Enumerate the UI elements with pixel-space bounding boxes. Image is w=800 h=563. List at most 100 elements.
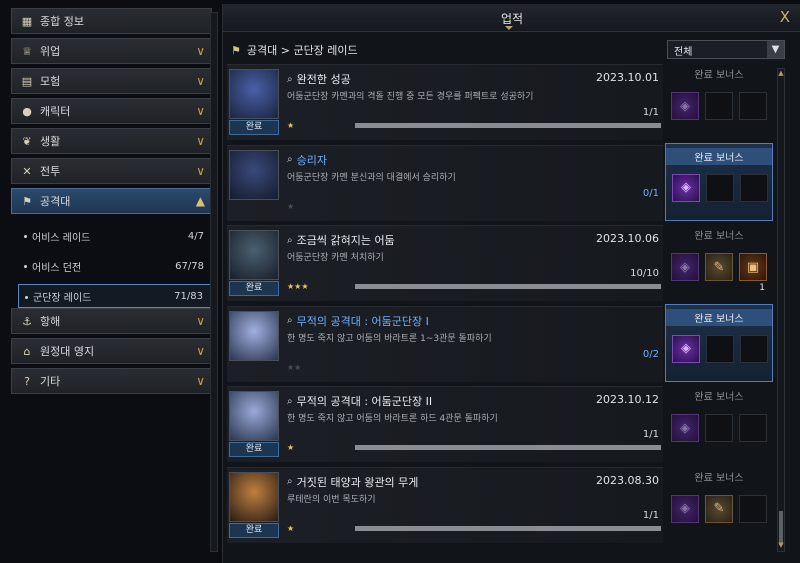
star-icon: ★ <box>287 201 295 211</box>
achievement-row[interactable]: 완료 ⌕ 조금씩 갉혀지는 어둠 어둠군단장 카멘 처치하기 2023.10.06 10/… <box>227 225 663 301</box>
achievement-thumbnail <box>229 391 279 441</box>
reward-scroll-icon[interactable]: ✎ <box>705 494 733 523</box>
swords-icon: ✕ <box>22 164 32 178</box>
close-button[interactable]: X <box>780 8 790 26</box>
subitem-count: 4/7 <box>187 230 204 242</box>
estate-icon: ⌂ <box>23 344 31 358</box>
scroll-down-icon[interactable]: ▼ <box>778 541 784 551</box>
sidebar-item-8[interactable]: ⌂ 원정대 영지 ∨ <box>11 338 212 364</box>
sidebar-item-2[interactable]: ▤ 모험 ∨ <box>11 68 212 94</box>
completed-badge: 완료 <box>229 281 279 296</box>
achievement-progress: 0/2 <box>642 348 659 360</box>
scroll-thumb[interactable] <box>779 511 783 545</box>
achievement-thumbnail <box>229 471 279 522</box>
sidebar-subitem-1[interactable]: 어비스 던전 67/78 <box>18 254 212 278</box>
achievement-progress: 10/10 <box>630 268 659 279</box>
bonus-title: 완료 보너스 <box>694 70 744 81</box>
empty-reward-slot <box>739 414 767 442</box>
sidebar-item-0[interactable]: ▦ 종합 정보 <box>11 8 212 34</box>
search-icon[interactable]: ⌕ <box>287 476 293 487</box>
subitem-count: 67/78 <box>175 260 204 272</box>
completion-bonus: 완료 보너스 ◈ <box>665 142 773 221</box>
sidebar-subitem-2[interactable]: 군단장 레이드 71/83 <box>18 284 212 308</box>
sidebar-scrollbar[interactable] <box>210 12 218 552</box>
reward-card-icon[interactable]: ▣ 1 <box>739 253 767 293</box>
gem-icon: ◈ <box>680 98 690 114</box>
sidebar-item-4[interactable]: ❦ 생활 ∨ <box>11 128 212 154</box>
achievement-description: 어둠군단장 카멘 처치하기 <box>287 253 384 263</box>
subitem-label: 어비스 레이드 <box>32 232 91 244</box>
star-icon: ★ <box>287 121 295 130</box>
achievement-progress: 0/1 <box>642 187 659 199</box>
chevron-down-icon: ∨ <box>196 104 205 118</box>
search-icon[interactable]: ⌕ <box>287 315 293 326</box>
achievement-row[interactable]: 완료 ⌕ 완전한 성공 어둠군단장 카멘과의 격돌 진행 중 모든 경우를 퍼펙트로 … <box>227 64 663 140</box>
achievement-thumbnail <box>229 310 279 361</box>
star-rating: ★ <box>287 121 294 130</box>
sidebar-item-3[interactable]: ● 캐릭터 ∨ <box>11 98 212 124</box>
sidebar-item-1[interactable]: ♕ 위업 ∨ <box>11 38 212 64</box>
achievement-description: 한 명도 죽지 않고 어둠의 바라트론 하드 4관문 돌파하기 <box>287 414 498 424</box>
achievement-row[interactable]: 완료 ⌕ 거짓된 태양과 왕관의 무게 루테란의 이번 목도하기 2023.08.30 1… <box>227 466 663 543</box>
subitem-count: 71/83 <box>174 290 203 302</box>
sidebar-item-label: 생활 <box>40 135 61 148</box>
achievement-name-text: 거짓된 태양과 왕관의 무게 <box>296 475 419 489</box>
reward-gem-icon[interactable]: ◈ <box>672 334 700 363</box>
sidebar-item-9[interactable]: ? 기타 ∨ <box>11 368 212 394</box>
chevron-down-icon: ∨ <box>196 74 205 88</box>
sidebar-item-label: 모험 <box>40 75 61 88</box>
achievement-date: 2023.10.01 <box>596 71 659 84</box>
achievement-progress: 1/1 <box>642 509 659 521</box>
reward-gem-icon[interactable]: ◈ <box>671 253 699 281</box>
sidebar-item-5[interactable]: ✕ 전투 ∨ <box>11 158 212 184</box>
achievement-name-text: 무적의 공격대 : 어둠군단장 II <box>296 395 433 408</box>
person-icon: ● <box>22 104 32 118</box>
progress-bar <box>355 525 661 531</box>
achievement-thumbnail <box>229 69 279 119</box>
reward-gem-icon[interactable]: ◈ <box>671 414 699 442</box>
search-icon[interactable]: ⌕ <box>287 235 293 246</box>
bonus-title: 완료 보너스 <box>694 472 744 484</box>
chevron-down-icon: ∨ <box>196 134 205 148</box>
grid-icon: ▦ <box>21 14 33 28</box>
empty-reward-slot <box>705 92 733 120</box>
achievement-name-text: 완전한 성공 <box>296 73 351 86</box>
progress-bar <box>355 445 661 450</box>
search-icon[interactable]: ⌕ <box>287 396 293 407</box>
achievement-art <box>230 231 278 279</box>
trophy-icon: ♕ <box>22 44 32 58</box>
scroll-up-icon[interactable]: ▲ <box>778 69 784 79</box>
achievement-progress: 1/1 <box>642 107 659 118</box>
sidebar-item-7[interactable]: ⚓ 항해 ∨ <box>11 308 212 334</box>
search-icon[interactable]: ⌕ <box>287 74 293 85</box>
progress-fill <box>355 123 661 128</box>
achievement-art <box>230 311 278 360</box>
completion-bonus: 완료 보너스 ◈ ✎ ▣ 1 <box>665 223 773 301</box>
reward-gem-icon[interactable]: ◈ <box>671 494 699 523</box>
reward-gem-icon[interactable]: ◈ <box>672 173 700 202</box>
achievement-thumbnail <box>229 230 279 280</box>
star-rating: ★ <box>287 202 294 211</box>
sidebar-item-6[interactable]: ⚑ 공격대 ▲ <box>11 188 212 214</box>
reward-scroll-icon[interactable]: ✎ <box>705 253 733 281</box>
list-scrollbar[interactable]: ▲ ▼ <box>777 68 785 552</box>
reward-gem-icon[interactable]: ◈ <box>671 92 699 120</box>
completion-bonus: 완료 보너스 ◈ <box>665 62 773 140</box>
empty-reward-slot <box>740 334 768 363</box>
achievement-row[interactable]: 완료 ⌕ 무적의 공격대 : 어둠군단장 II 한 명도 죽지 않고 어둠의 바라트론… <box>227 386 663 462</box>
empty-reward-slot <box>740 173 768 202</box>
achievement-description: 한 명도 죽지 않고 어둠의 바라트론 1~3관문 돌파하기 <box>287 333 492 344</box>
achievement-panel: 업적 X ⚑ 공격대 > 군단장 레이드 전체 ▼ 완료 ⌕ 완전한 성공 어둠군단장… <box>222 4 800 563</box>
achievement-row[interactable]: ⌕ 무적의 공격대 : 어둠군단장 I 한 명도 죽지 않고 어둠의 바라트론 1~… <box>227 305 663 382</box>
chevron-down-icon: ∨ <box>196 314 205 328</box>
achievement-row[interactable]: ⌕ 승리자 어둠군단장 카멘 분신과의 대결에서 승리하기 0/1 ★ <box>227 144 663 221</box>
sidebar-subitem-0[interactable]: 어비스 레이드 4/7 <box>18 224 212 248</box>
sidebar-item-label: 종합 정보 <box>40 15 84 28</box>
progress-fill <box>355 525 661 531</box>
sidebar-item-label: 전투 <box>40 165 61 178</box>
completion-bonus: 완료 보너스 ◈ ✎ <box>665 465 773 543</box>
search-icon[interactable]: ⌕ <box>287 154 293 165</box>
star-icon: ★ <box>287 443 295 452</box>
subitem-label: 어비스 던전 <box>32 262 82 274</box>
filter-dropdown[interactable]: 전체 ▼ <box>667 40 785 59</box>
